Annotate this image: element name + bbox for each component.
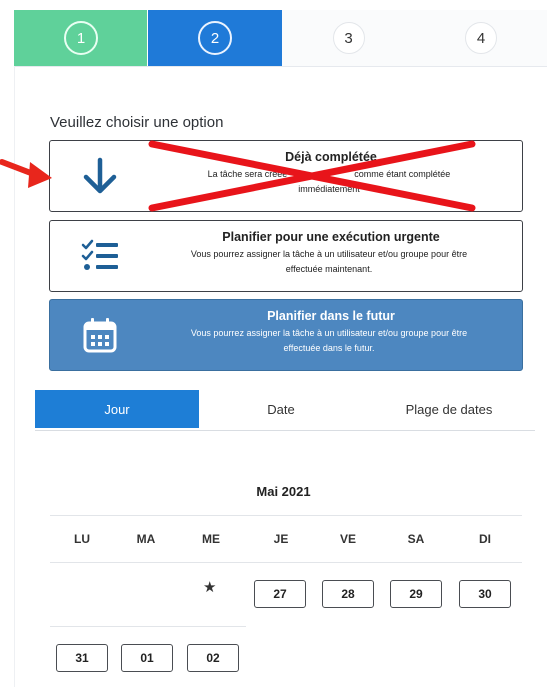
option-urgent-execution[interactable]: Planifier pour une exécution urgente Vou…	[49, 220, 523, 292]
desc-line1: Vous pourrez assigner la tâche à un util…	[190, 249, 468, 259]
desc-line2: effectuée dans le futur.	[283, 343, 375, 353]
stepper: 1 2 3 4	[14, 10, 547, 67]
step-4-circle: 4	[465, 22, 497, 54]
option-title: Déjà complétée	[285, 150, 377, 164]
weekday-sa: SA	[407, 532, 425, 546]
option-description: La tâche sera créée comme étant complété…	[150, 167, 508, 197]
star-icon: ★	[203, 579, 217, 596]
option-already-completed[interactable]: Déjà complétée La tâche sera créée comme…	[49, 140, 523, 212]
day-button[interactable]: 27	[254, 580, 306, 608]
desc-line2: effectuée maintenant.	[285, 264, 373, 274]
day-button[interactable]: 29	[390, 580, 442, 608]
option-future[interactable]: Planifier dans le futur Vous pourrez ass…	[49, 299, 523, 371]
desc-right: comme étant complétée	[354, 169, 451, 179]
weekday-je: JE	[273, 532, 289, 546]
day-button[interactable]: 02	[187, 644, 239, 672]
step-3-circle: 3	[332, 22, 365, 54]
calendar-divider	[50, 562, 522, 563]
weekday-me: ME	[202, 532, 220, 546]
day-button[interactable]: 28	[322, 580, 374, 608]
red-arrow-annotation	[0, 159, 52, 188]
option-description: Vous pourrez assigner la tâche à un util…	[150, 247, 508, 277]
weekday-ma: MA	[136, 532, 156, 546]
step-3[interactable]: 3	[282, 10, 415, 66]
desc-line1: Vous pourrez assigner la tâche à un util…	[190, 328, 468, 338]
option-description: Vous pourrez assigner la tâche à un util…	[150, 326, 508, 356]
weekday-ve: VE	[339, 532, 356, 546]
step-4[interactable]: 4	[415, 10, 547, 66]
calendar-divider	[50, 626, 246, 627]
day-button[interactable]: 30	[459, 580, 511, 608]
arrow-down-icon	[80, 156, 120, 196]
weekday-di: DI	[479, 532, 491, 546]
step-2[interactable]: 2	[148, 10, 282, 66]
tab-date-range[interactable]: Plage de dates	[363, 390, 535, 428]
calendar-divider	[50, 515, 522, 516]
day-button[interactable]: 31	[56, 644, 108, 672]
calendar-icon	[80, 315, 120, 355]
desc-line2: immédiatement	[298, 184, 360, 194]
option-title: Planifier pour une exécution urgente	[222, 230, 440, 244]
tab-jour[interactable]: Jour	[35, 390, 199, 428]
schedule-tabs: Jour Date Plage de dates	[35, 390, 535, 431]
weekday-lu: LU	[74, 532, 90, 546]
checklist-icon	[80, 236, 120, 276]
day-button[interactable]: 01	[121, 644, 173, 672]
tab-date[interactable]: Date	[199, 390, 363, 428]
calendar-month: Mai 2021	[256, 484, 311, 499]
option-prompt: Veuillez choisir une option	[50, 114, 224, 131]
desc-left: La tâche sera créée	[207, 169, 288, 179]
option-title: Planifier dans le futur	[267, 309, 395, 323]
content-border	[14, 66, 15, 687]
step-1-circle: 1	[64, 21, 98, 55]
step-1[interactable]: 1	[14, 10, 148, 66]
step-2-circle: 2	[198, 21, 232, 55]
